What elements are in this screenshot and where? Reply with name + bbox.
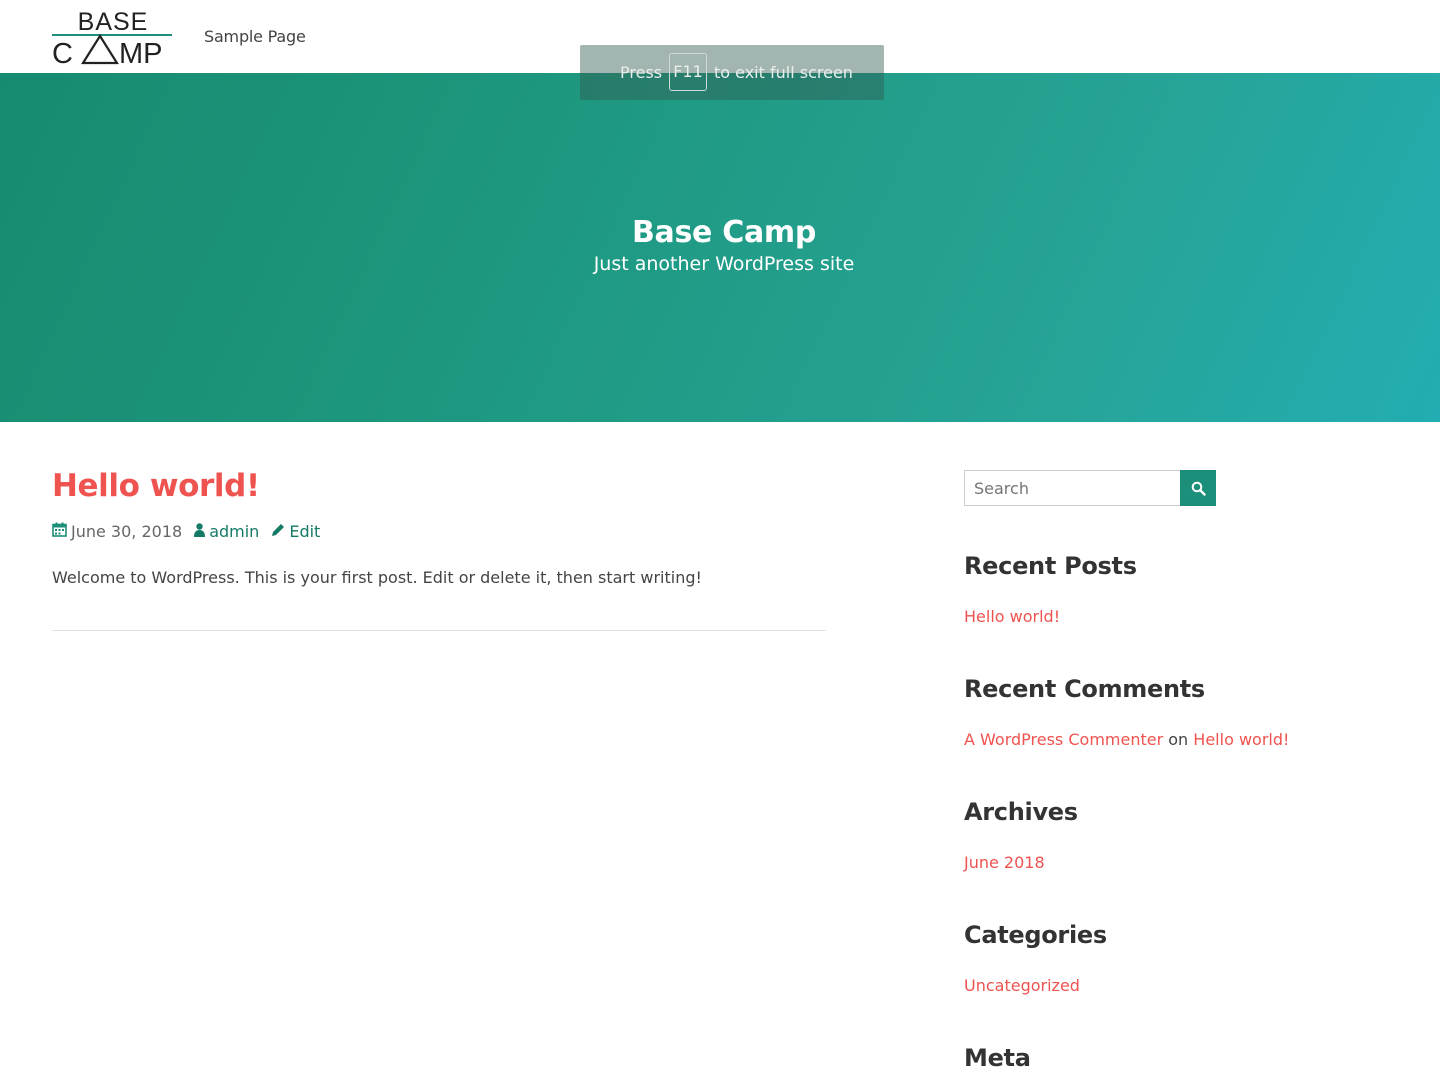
category-link[interactable]: Uncategorized [964,976,1080,995]
svg-text:C: C [52,38,73,66]
post-title[interactable]: Hello world! [52,468,260,504]
base-camp-logo-icon: BASE C MP [52,8,172,66]
fullscreen-notice-press: Press [620,63,663,82]
post-date[interactable]: June 30, 2018 [71,522,182,541]
comment-post-link[interactable]: Hello world! [1193,730,1289,749]
hero-banner: Base Camp Just another WordPress site [0,73,1440,422]
fullscreen-notice-text: to exit full screen [714,63,853,82]
post-edit-link[interactable]: Edit [289,522,320,541]
categories-title: Categories [964,921,1107,949]
site-tagline: Just another WordPress site [593,253,855,275]
comment-author-link[interactable]: A WordPress Commenter [964,730,1163,749]
recent-posts-title: Recent Posts [964,552,1137,580]
search-icon [1191,481,1206,496]
archive-link[interactable]: June 2018 [964,853,1045,872]
post-meta: June 30, 2018 admin Edit [52,522,332,541]
svg-text:MP: MP [119,38,163,66]
site-logo[interactable]: BASE C MP [52,8,174,66]
recent-comments-title: Recent Comments [964,675,1205,703]
calendar-icon [52,522,67,541]
recent-comment-item: A WordPress Commenter on Hello world! [964,730,1289,749]
meta-title: Meta [964,1044,1031,1072]
pencil-icon [271,522,285,541]
nav-item-sample-page[interactable]: Sample Page [204,27,306,46]
post-author-link[interactable]: admin [209,522,259,541]
post-content: Welcome to WordPress. This is your first… [52,568,702,587]
user-icon [194,522,206,541]
fullscreen-notice: Press F11 to exit full screen [580,45,884,100]
search-button[interactable] [1180,470,1216,506]
svg-text:BASE: BASE [78,8,149,36]
site-title[interactable]: Base Camp [0,215,1440,250]
search-input[interactable] [964,470,1181,506]
post-divider [52,630,826,631]
recent-post-link[interactable]: Hello world! [964,607,1060,626]
comment-on-text: on [1168,730,1189,749]
archives-title: Archives [964,798,1078,826]
fullscreen-notice-key: F11 [669,53,707,91]
